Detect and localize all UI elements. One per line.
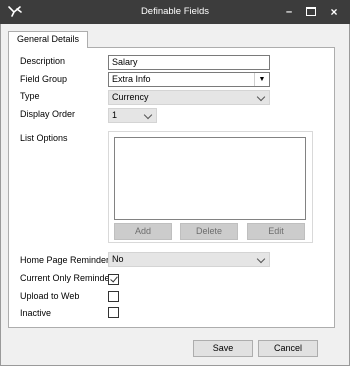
inactive-checkbox[interactable] (108, 307, 119, 318)
close-button[interactable]: × (322, 0, 346, 24)
home-page-reminder-select[interactable]: No (108, 252, 270, 267)
add-button[interactable]: Add (114, 223, 172, 240)
tab-general-details[interactable]: General Details (8, 31, 88, 48)
current-only-reminder-checkbox[interactable] (108, 274, 119, 285)
home-page-reminder-value: No (112, 254, 124, 264)
title-bar: Definable Fields – × (0, 0, 350, 24)
field-group-value: Extra Info (112, 74, 151, 84)
cancel-button[interactable]: Cancel (258, 340, 318, 357)
edit-button[interactable]: Edit (247, 223, 305, 240)
upload-to-web-checkbox[interactable] (108, 291, 119, 302)
list-options-listbox[interactable] (114, 137, 306, 220)
field-group-select[interactable]: Extra Info ▼ (108, 72, 270, 87)
display-order-value: 1 (112, 110, 118, 120)
dropdown-arrow-icon[interactable]: ▼ (254, 73, 269, 86)
upload-to-web-label: Upload to Web (20, 291, 80, 301)
chevron-down-icon (256, 254, 266, 264)
current-only-reminder-label: Current Only Reminder (20, 273, 113, 283)
home-page-reminder-label: Home Page Reminder (20, 255, 110, 265)
type-select[interactable]: Currency (108, 90, 270, 105)
maximize-icon (306, 7, 316, 17)
checkmark-icon (110, 274, 118, 283)
display-order-label: Display Order (20, 109, 76, 119)
chevron-down-icon (143, 110, 153, 120)
inactive-label: Inactive (20, 308, 52, 318)
delete-button[interactable]: Delete (180, 223, 238, 240)
display-order-select[interactable]: 1 (108, 108, 157, 123)
type-value: Currency (112, 92, 149, 102)
field-group-label: Field Group (20, 74, 68, 84)
description-label: Description (20, 56, 66, 66)
description-input[interactable]: Salary (108, 55, 270, 70)
type-label: Type (20, 91, 40, 101)
list-options-label: List Options (20, 133, 68, 143)
maximize-button[interactable] (299, 0, 323, 24)
save-button[interactable]: Save (193, 340, 253, 357)
chevron-down-icon (256, 92, 266, 102)
minimize-button[interactable]: – (277, 0, 301, 24)
